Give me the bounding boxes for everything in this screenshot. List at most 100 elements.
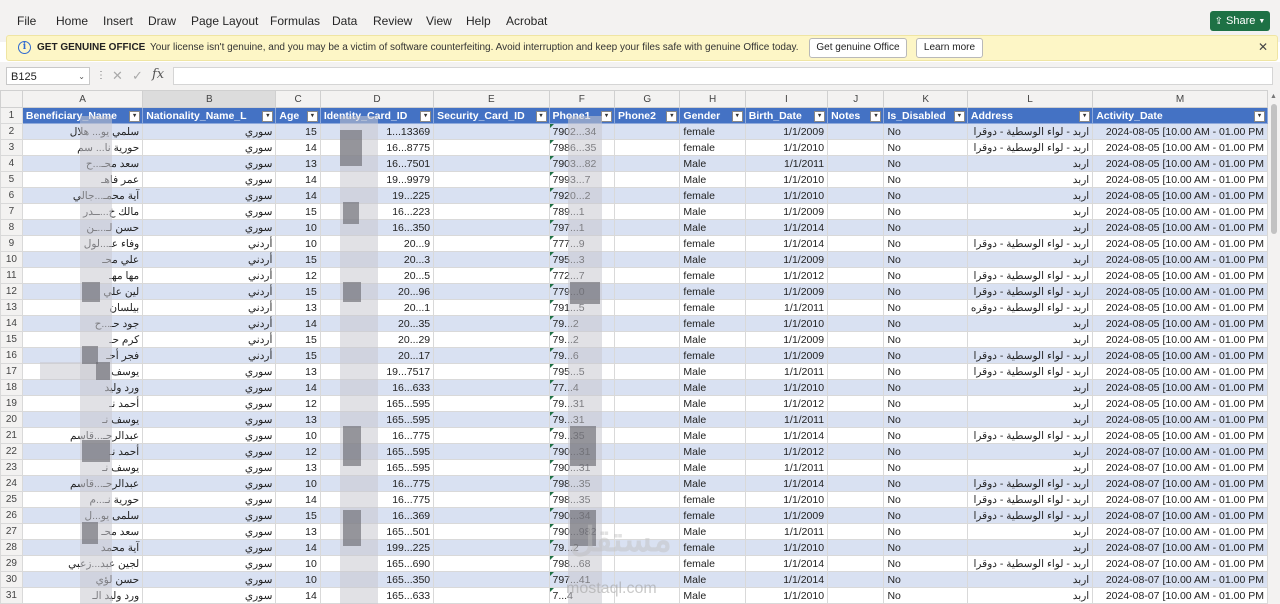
table-cell[interactable]: 1/1/2009 — [744, 507, 829, 524]
table-cell[interactable]: Male — [679, 155, 746, 172]
table-cell[interactable]: 14 — [275, 587, 321, 604]
table-cell[interactable]: 1/1/2011 — [744, 155, 829, 172]
table-cell[interactable]: 1/1/2009 — [744, 331, 829, 348]
table-cell[interactable]: 1/1/2009 — [744, 251, 829, 268]
table-cell[interactable]: No — [883, 315, 968, 332]
table-cell[interactable]: 1/1/2014 — [744, 555, 829, 572]
table-cell[interactable]: 2024-08-07 [10.00 AM - 01.00 PM — [1092, 491, 1268, 508]
table-cell[interactable] — [433, 315, 550, 332]
table-cell[interactable]: 2024-08-05 [10.00 AM - 01.00 PM — [1092, 139, 1268, 156]
more-options-icon[interactable]: ⋮ — [96, 70, 106, 81]
table-cell[interactable]: أردني — [142, 347, 277, 364]
table-cell[interactable]: سوري — [142, 123, 277, 140]
row-number[interactable]: 15 — [0, 331, 23, 348]
table-cell[interactable] — [827, 571, 885, 588]
table-cell[interactable]: 1/1/2010 — [744, 539, 829, 556]
table-cell[interactable]: 15 — [275, 203, 321, 220]
header-cell[interactable]: Gender ▾ — [679, 107, 746, 124]
insert-function-icon[interactable]: fx — [152, 67, 164, 82]
menu-view[interactable]: View — [426, 14, 452, 28]
table-cell[interactable]: No — [883, 251, 968, 268]
table-cell[interactable]: 13 — [275, 363, 321, 380]
table-cell[interactable] — [827, 155, 885, 172]
header-cell[interactable]: Notes ▾ — [827, 107, 885, 124]
table-cell[interactable]: No — [883, 363, 968, 380]
filter-dropdown-icon[interactable]: ▾ — [814, 111, 826, 122]
table-cell[interactable] — [614, 235, 681, 252]
row-number[interactable]: 19 — [0, 395, 23, 412]
column-header-g[interactable]: G — [614, 90, 681, 108]
filter-dropdown-icon[interactable]: ▾ — [1254, 111, 1265, 122]
table-cell[interactable] — [827, 443, 885, 460]
table-cell[interactable]: 12 — [275, 395, 321, 412]
table-cell[interactable]: اربد — [966, 219, 1094, 236]
table-cell[interactable]: 10 — [275, 555, 321, 572]
table-cell[interactable] — [827, 507, 885, 524]
table-cell[interactable]: اربد — [966, 539, 1094, 556]
table-cell[interactable]: Male — [679, 411, 746, 428]
table-cell[interactable]: 1/1/2010 — [744, 139, 829, 156]
table-cell[interactable]: female — [679, 123, 746, 140]
table-cell[interactable] — [433, 363, 550, 380]
table-cell[interactable]: 12 — [275, 443, 321, 460]
table-cell[interactable] — [827, 299, 885, 316]
row-number[interactable]: 9 — [0, 235, 23, 252]
table-cell[interactable]: 1/1/2014 — [744, 219, 829, 236]
row-number[interactable]: 12 — [0, 283, 23, 300]
table-cell[interactable]: No — [883, 331, 968, 348]
table-cell[interactable]: 2024-08-07 [10.00 AM - 01.00 PM — [1092, 475, 1268, 492]
table-cell[interactable]: 15 — [275, 331, 321, 348]
table-cell[interactable]: أردني — [142, 235, 277, 252]
table-cell[interactable]: أردني — [142, 251, 277, 268]
table-cell[interactable] — [433, 155, 550, 172]
table-cell[interactable]: اربد — [966, 171, 1094, 188]
menu-draw[interactable]: Draw — [148, 14, 176, 28]
table-cell[interactable] — [827, 539, 885, 556]
table-cell[interactable]: No — [883, 235, 968, 252]
table-cell[interactable]: سوري — [142, 539, 277, 556]
table-cell[interactable]: 2024-08-05 [10.00 AM - 01.00 PM — [1092, 235, 1268, 252]
table-cell[interactable]: female — [679, 555, 746, 572]
row-number[interactable]: 28 — [0, 539, 23, 556]
table-cell[interactable]: اربد — [966, 203, 1094, 220]
table-cell[interactable]: female — [679, 539, 746, 556]
table-cell[interactable]: 14 — [275, 491, 321, 508]
row-number[interactable]: 7 — [0, 203, 23, 220]
table-cell[interactable] — [614, 427, 681, 444]
table-cell[interactable]: 2024-08-05 [10.00 AM - 01.00 PM — [1092, 203, 1268, 220]
table-cell[interactable]: اربد — [966, 443, 1094, 460]
learn-more-button[interactable]: Learn more — [916, 38, 983, 58]
table-cell[interactable]: Male — [679, 587, 746, 604]
header-cell[interactable]: Age ▾ — [275, 107, 321, 124]
table-cell[interactable]: 2024-08-05 [10.00 AM - 01.00 PM — [1092, 283, 1268, 300]
row-number[interactable]: 27 — [0, 523, 23, 540]
table-cell[interactable]: 10 — [275, 427, 321, 444]
filter-dropdown-icon[interactable]: ▾ — [420, 111, 432, 122]
table-cell[interactable]: Male — [679, 331, 746, 348]
table-cell[interactable]: No — [883, 379, 968, 396]
table-cell[interactable] — [433, 411, 550, 428]
table-cell[interactable]: اربد — [966, 251, 1094, 268]
menu-page-layout[interactable]: Page Layout — [191, 14, 258, 28]
table-cell[interactable]: Male — [679, 251, 746, 268]
table-cell[interactable] — [433, 475, 550, 492]
table-cell[interactable] — [614, 187, 681, 204]
table-cell[interactable]: female — [679, 283, 746, 300]
table-cell[interactable]: 2024-08-05 [10.00 AM - 01.00 PM — [1092, 411, 1268, 428]
column-header-i[interactable]: I — [744, 90, 829, 108]
table-cell[interactable]: No — [883, 475, 968, 492]
table-cell[interactable]: Male — [679, 459, 746, 476]
table-cell[interactable]: 1/1/2014 — [744, 571, 829, 588]
table-cell[interactable]: اربد - لواء الوسطية - دوقرا — [966, 123, 1094, 140]
table-cell[interactable]: No — [883, 443, 968, 460]
row-number[interactable]: 25 — [0, 491, 23, 508]
table-cell[interactable]: No — [883, 555, 968, 572]
chevron-down-icon[interactable]: ⌄ — [78, 68, 85, 86]
row-number[interactable]: 5 — [0, 171, 23, 188]
scrollbar-thumb[interactable] — [1271, 104, 1277, 234]
table-cell[interactable]: 1/1/2014 — [744, 235, 829, 252]
table-cell[interactable]: 2024-08-05 [10.00 AM - 01.00 PM — [1092, 267, 1268, 284]
table-cell[interactable]: 13 — [275, 299, 321, 316]
table-cell[interactable] — [433, 571, 550, 588]
table-cell[interactable]: سوري — [142, 203, 277, 220]
